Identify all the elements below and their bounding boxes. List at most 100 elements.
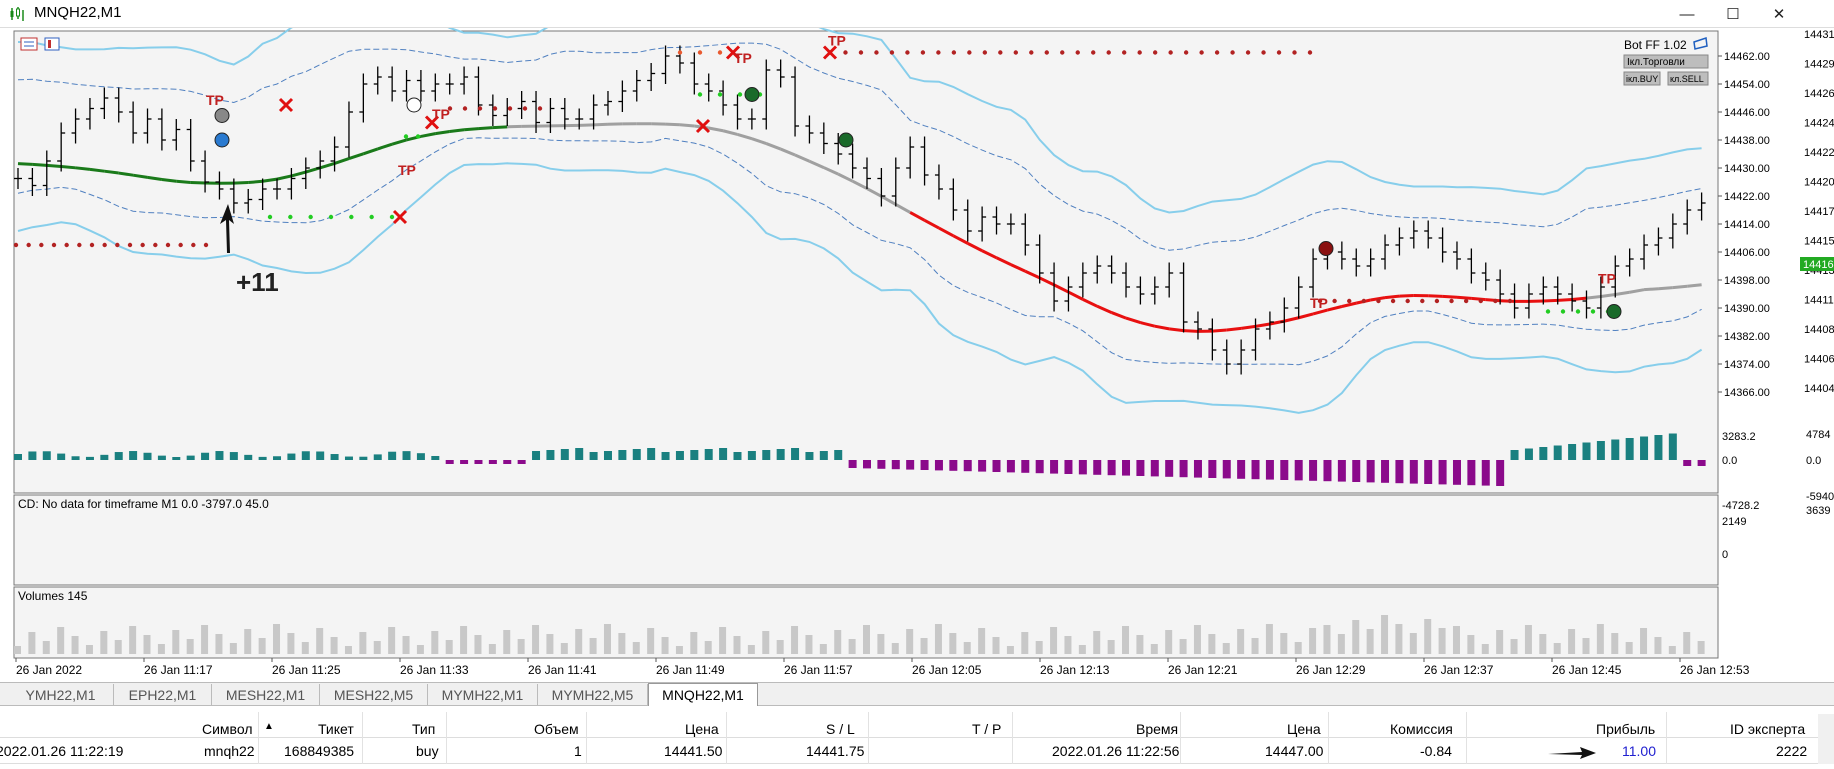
cd-bar <box>575 448 584 460</box>
volume-bar <box>1050 627 1058 654</box>
cd-bar <box>402 451 411 460</box>
far-axis-label: 14422 <box>1804 147 1834 159</box>
vertical-scrollbar[interactable] <box>1818 714 1834 764</box>
ma-segment <box>1658 286 1673 291</box>
col-time[interactable]: Время <box>1136 721 1178 737</box>
tab-mesh22-m1[interactable]: MESH22,M1 <box>212 684 320 705</box>
tab-mnqh22-m1[interactable]: MNQH22,M1 <box>648 683 758 706</box>
col-expert-id[interactable]: ID эксперта <box>1730 721 1805 737</box>
maximize-button[interactable]: ☐ <box>1710 0 1756 28</box>
cd-bar <box>1409 460 1418 484</box>
level-dot <box>697 92 703 97</box>
cd-bar <box>1683 460 1692 466</box>
volume-bar <box>1596 624 1604 654</box>
cd-bar <box>1208 460 1217 478</box>
volume-bar <box>460 626 468 654</box>
tab-label: MYMH22,M1 <box>441 686 524 703</box>
time-tick-label: 26 Jan 11:17 <box>144 663 213 677</box>
far-cd-label: 4784 <box>1806 429 1830 441</box>
volume-bar <box>402 636 410 654</box>
volume-bar <box>1208 634 1216 654</box>
tp-label: TP <box>1310 295 1328 311</box>
cd-bar <box>143 452 152 460</box>
level-dot <box>905 50 910 55</box>
ma-segment <box>1442 294 1458 299</box>
tab-label: MESH22,M1 <box>225 686 306 703</box>
time-tick-label: 26 Jan 2022 <box>16 663 82 677</box>
price-chart[interactable]: TP TP TP TP TP TP TP 14462.00 14454.00 14446.00 1… <box>0 28 1834 682</box>
volume-bar <box>1582 638 1590 654</box>
level-dot <box>203 242 209 248</box>
cd-bar <box>992 460 1001 472</box>
col-volume[interactable]: Объем <box>534 721 579 737</box>
level-dot <box>1376 298 1381 304</box>
cd-bar <box>1150 460 1159 477</box>
cd-bar <box>330 454 339 460</box>
volume-bar <box>373 641 381 654</box>
level-dot <box>415 134 421 139</box>
ma-segment <box>147 175 163 181</box>
cd-bar <box>57 453 66 460</box>
template-icon[interactable] <box>44 37 60 51</box>
col-profit[interactable]: Прибыль <box>1596 721 1655 737</box>
level-dot <box>178 242 183 248</box>
trade-marker-icon <box>214 108 230 123</box>
level-dot <box>1013 50 1019 55</box>
volume-bar <box>1366 629 1374 654</box>
cd-bar <box>589 452 598 460</box>
col-type[interactable]: Тип <box>412 721 435 737</box>
chart-area[interactable]: TP TP TP TP TP TP TP 14462.00 14454.00 14446.00 1… <box>0 28 1834 682</box>
cd-bar <box>1381 460 1390 483</box>
tab-ymh22-m1[interactable]: YMH22,M1 <box>8 684 114 705</box>
tab-mymh22-m5[interactable]: MYMH22,M5 <box>538 684 648 705</box>
time-tick-label: 26 Jan 12:13 <box>1040 663 1110 677</box>
volume-bar <box>57 627 65 654</box>
col-sl[interactable]: S / L <box>826 721 855 737</box>
cd-bar <box>762 450 771 460</box>
col-commission[interactable]: Комиссия <box>1390 721 1453 737</box>
main-pane-frame <box>13 30 1719 494</box>
level-dot <box>1545 309 1551 314</box>
minimize-button[interactable]: — <box>1664 0 1710 28</box>
level-dot <box>1152 50 1158 55</box>
cd-bar <box>85 456 94 460</box>
level-dot <box>697 50 703 55</box>
price-tick-label: 14406.00 <box>1724 247 1770 259</box>
close-button[interactable]: ✕ <box>1756 0 1802 28</box>
volume-bar <box>244 629 252 654</box>
volume-bar <box>1467 635 1475 654</box>
ma-segment <box>1571 296 1587 301</box>
list-icon[interactable] <box>20 37 38 51</box>
col-symbol[interactable]: Символ <box>202 721 252 737</box>
level-dot <box>1168 50 1173 55</box>
table-row[interactable]: 2022.01.26 11:22:19 mnqh22 168849385 buy… <box>0 738 1834 764</box>
far-axis-label: 14417 <box>1804 206 1834 218</box>
cd-bar <box>460 460 469 464</box>
volume-bar <box>1640 628 1648 654</box>
cd-bar <box>603 451 612 460</box>
level-dot <box>982 50 988 55</box>
tab-mesh22-m5[interactable]: MESH22,M5 <box>320 684 428 705</box>
col-ticket[interactable]: Тикет <box>318 721 354 737</box>
level-dot <box>1245 50 1251 55</box>
ma-segment <box>75 166 91 171</box>
cd-bar <box>1078 460 1087 475</box>
cd-bar <box>258 456 267 460</box>
ma-segment <box>46 163 62 169</box>
tab-eph22-m1[interactable]: EPH22,M1 <box>114 684 212 705</box>
volume-bar <box>675 646 683 654</box>
cd-bar <box>618 450 627 460</box>
col-price[interactable]: Цена <box>685 721 719 737</box>
volume-bar <box>934 624 942 654</box>
cd-bar <box>273 456 282 460</box>
level-dot <box>1493 298 1498 304</box>
maximize-icon: ☐ <box>1726 6 1740 23</box>
volume-bar <box>431 631 439 654</box>
price-tick-label: 14414.00 <box>1724 219 1770 231</box>
col-close-price[interactable]: Цена <box>1287 721 1321 737</box>
price-tick-label: 14382.00 <box>1724 331 1770 343</box>
level-dot <box>1361 298 1367 304</box>
col-tp[interactable]: T / P <box>972 721 1001 737</box>
volume-bar <box>1323 625 1331 654</box>
tab-mymh22-m1[interactable]: MYMH22,M1 <box>428 684 538 705</box>
